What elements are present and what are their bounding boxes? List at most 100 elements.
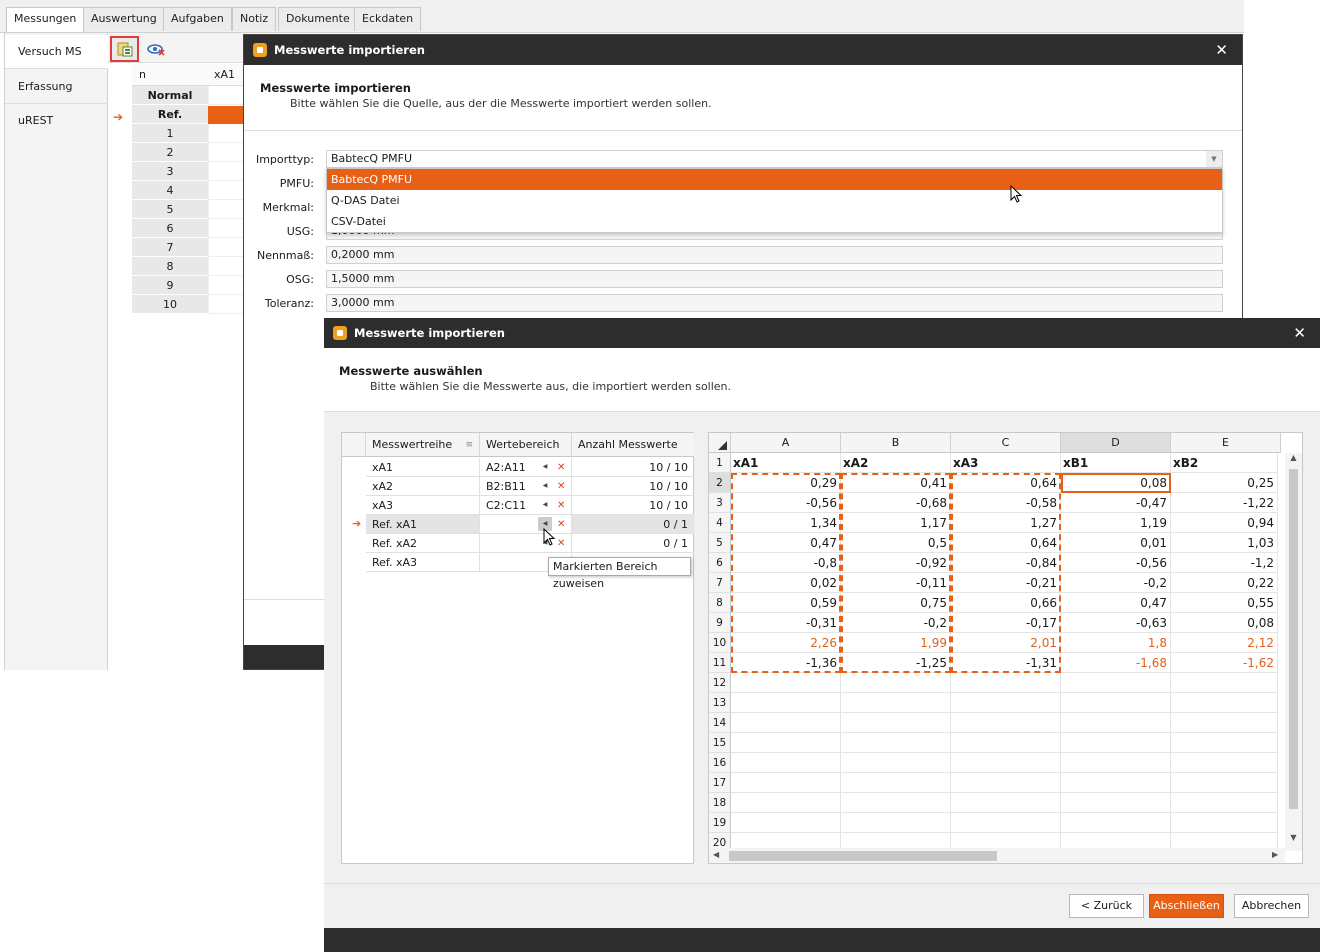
sheet-cell[interactable]: 0,59 (731, 593, 841, 613)
sheet-cell[interactable]: -0,63 (1061, 613, 1171, 633)
sheet-row-header[interactable]: 18 (709, 793, 731, 813)
cancel-button[interactable]: Abbrechen (1234, 894, 1309, 918)
mapping-row[interactable]: xA3 C2:C11 ◀ ✕ 10 / 10 (366, 496, 694, 515)
sheet-cell[interactable] (1061, 813, 1171, 833)
sheet-cell[interactable]: -1,25 (841, 653, 951, 673)
scroll-left-icon[interactable]: ◀ (713, 850, 719, 859)
sheet-cell[interactable] (731, 673, 841, 693)
sheet-row-header[interactable]: 9 (709, 613, 731, 633)
tab-auswertung[interactable]: Auswertung (83, 7, 165, 31)
sheet-cell[interactable]: 0,25 (1171, 473, 1278, 493)
grid-row-header[interactable]: 8 (132, 257, 208, 276)
sheet-cell[interactable] (731, 793, 841, 813)
sheet-cell[interactable] (1171, 793, 1278, 813)
sheet-cell[interactable] (1171, 733, 1278, 753)
sheet-row-header[interactable]: 5 (709, 533, 731, 553)
sheet-cell[interactable]: -1,68 (1061, 653, 1171, 673)
sheet-cell[interactable]: xA3 (951, 453, 1061, 473)
sort-icon[interactable]: ≡ (465, 433, 473, 457)
sheet-cell[interactable]: 1,34 (731, 513, 841, 533)
grid-value-cell[interactable] (208, 124, 248, 143)
sheet-cell[interactable]: 0,47 (1061, 593, 1171, 613)
sheet-cell[interactable]: 0,55 (1171, 593, 1278, 613)
sheet-cell[interactable] (841, 813, 951, 833)
sheet-cell[interactable] (951, 753, 1061, 773)
sheet-cell[interactable]: 0,08 (1171, 613, 1278, 633)
sheet-cell[interactable] (841, 673, 951, 693)
sheet-cell[interactable]: -1,36 (731, 653, 841, 673)
mapping-row[interactable]: xA1 A2:A11 ◀ ✕ 10 / 10 (366, 458, 694, 477)
sheet-cell[interactable]: 2,12 (1171, 633, 1278, 653)
sheet-cell[interactable] (951, 773, 1061, 793)
hide-view-icon[interactable] (146, 40, 166, 58)
grid-value-cell[interactable] (208, 295, 248, 314)
clear-range-icon[interactable]: ✕ (557, 496, 565, 515)
assign-range-icon[interactable]: ◀ (538, 498, 552, 512)
sheet-cell[interactable] (1061, 773, 1171, 793)
vertical-scrollbar[interactable]: ▲ ▼ (1285, 453, 1302, 851)
sheet-cell[interactable] (731, 733, 841, 753)
sheet-cell[interactable] (951, 813, 1061, 833)
clear-range-icon[interactable]: ✕ (557, 458, 565, 477)
sheet-col-header[interactable]: A (731, 433, 841, 453)
sheet-cell[interactable] (731, 813, 841, 833)
sheet-row-header[interactable]: 2 (709, 473, 731, 493)
sheet-cell[interactable]: -1,2 (1171, 553, 1278, 573)
sheet-cell[interactable]: 1,17 (841, 513, 951, 533)
row-range[interactable]: ◀✕ (480, 534, 572, 553)
grid-row-header[interactable]: Normal (132, 86, 208, 105)
osg-field[interactable]: 1,5000 mm (326, 270, 1223, 288)
assign-range-icon[interactable]: ◀ (538, 460, 552, 474)
sheet-cell[interactable] (1171, 813, 1278, 833)
sheet-cell[interactable]: -0,56 (1061, 553, 1171, 573)
tab-dokumente[interactable]: Dokumente (278, 7, 358, 31)
tab-messungen[interactable]: Messungen (6, 7, 85, 32)
col-wertebereich[interactable]: Wertebereich (480, 433, 572, 457)
row-range[interactable]: ◀✕ (480, 515, 572, 534)
sheet-col-header[interactable]: C (951, 433, 1061, 453)
sheet-cell[interactable] (841, 733, 951, 753)
sheet-cell[interactable]: -1,22 (1171, 493, 1278, 513)
sheet-cell[interactable]: -0,2 (1061, 573, 1171, 593)
sheet-row-header[interactable]: 11 (709, 653, 731, 673)
sheet-cell[interactable]: 1,99 (841, 633, 951, 653)
sheet-cell[interactable]: 0,66 (951, 593, 1061, 613)
sheet-cell[interactable] (951, 793, 1061, 813)
sheet-cell[interactable] (841, 793, 951, 813)
option-qdas[interactable]: Q-DAS Datei (327, 190, 1222, 211)
grid-value-cell[interactable] (208, 200, 248, 219)
sheet-cell[interactable] (951, 693, 1061, 713)
nav-item-versuch[interactable]: Versuch MS (5, 35, 108, 69)
row-range[interactable]: A2:A11 ◀ ✕ (480, 458, 572, 477)
grid-value-cell[interactable] (208, 143, 248, 162)
sheet-cell[interactable]: 0,64 (951, 473, 1061, 493)
grid-row-header[interactable]: 1 (132, 124, 208, 143)
importtyp-select[interactable]: BabtecQ PMFU ▼ (326, 150, 1223, 168)
nennmass-field[interactable]: 0,2000 mm (326, 246, 1223, 264)
sheet-cell[interactable] (951, 713, 1061, 733)
sheet-cell[interactable]: -0,68 (841, 493, 951, 513)
mapping-row[interactable]: xA2 B2:B11 ◀ ✕ 10 / 10 (366, 477, 694, 496)
sheet-cell[interactable]: 0,75 (841, 593, 951, 613)
sheet-cell[interactable]: 2,26 (731, 633, 841, 653)
scroll-down-icon[interactable]: ▼ (1285, 833, 1302, 842)
sheet-row-header[interactable]: 19 (709, 813, 731, 833)
sheet-cell[interactable]: 1,19 (1061, 513, 1171, 533)
sheet-cell[interactable] (1061, 693, 1171, 713)
sheet-cell[interactable]: 0,22 (1171, 573, 1278, 593)
grid-row-header[interactable]: 3 (132, 162, 208, 181)
sheet-row-header[interactable]: 8 (709, 593, 731, 613)
vertical-scroll-thumb[interactable] (1289, 469, 1298, 809)
sheet-cell[interactable]: -0,47 (1061, 493, 1171, 513)
toleranz-field[interactable]: 3,0000 mm (326, 294, 1223, 312)
option-csv[interactable]: CSV-Datei (327, 211, 1222, 232)
row-range[interactable]: B2:B11 ◀ ✕ (480, 477, 572, 496)
sheet-cell[interactable]: 1,27 (951, 513, 1061, 533)
nav-item-erfassung[interactable]: Erfassung uREST (5, 70, 108, 127)
grid-row-header[interactable]: 6 (132, 219, 208, 238)
sheet-col-header[interactable]: E (1171, 433, 1281, 453)
sheet-cell[interactable]: 0,5 (841, 533, 951, 553)
grid-row-header[interactable]: 2 (132, 143, 208, 162)
sheet-cell[interactable] (1171, 673, 1278, 693)
sheet-cell[interactable] (951, 733, 1061, 753)
